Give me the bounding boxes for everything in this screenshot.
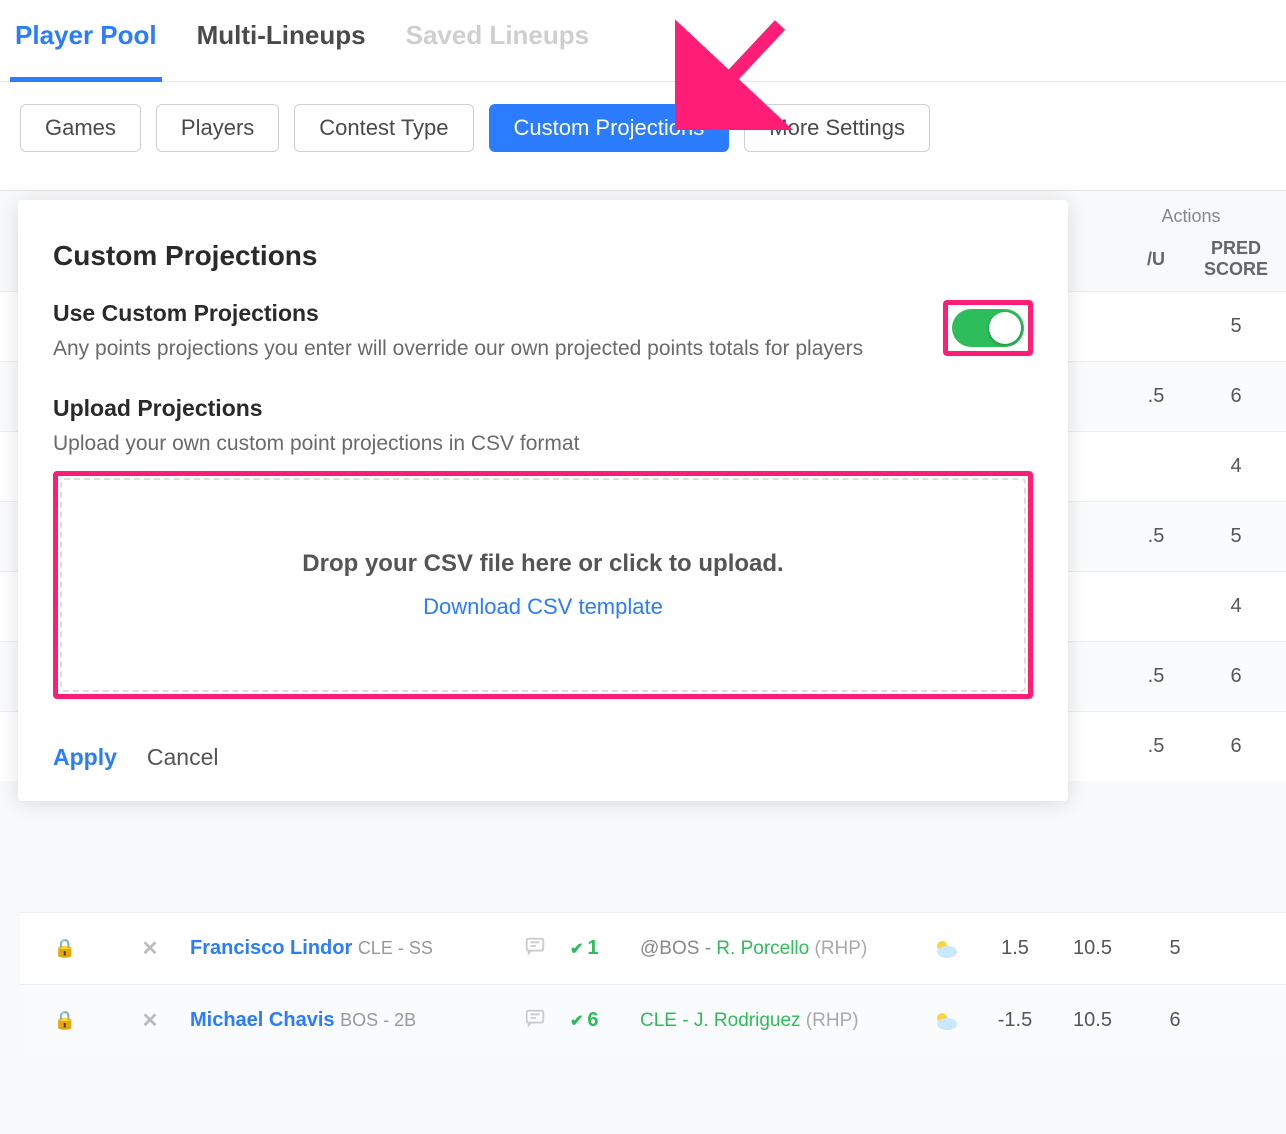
player-cell[interactable]: Francisco Lindor CLE - SS (190, 937, 500, 960)
players-button[interactable]: Players (156, 104, 279, 152)
use-custom-row: Use Custom Projections Any points projec… (53, 300, 1033, 365)
weather-icon (915, 1009, 975, 1032)
use-custom-toggle[interactable] (952, 309, 1024, 347)
player-name: Francisco Lindor (190, 937, 352, 959)
main-tabs: Player Pool Multi-Lineups Saved Lineups (0, 0, 1286, 82)
player-cell[interactable]: Michael Chavis BOS - 2B (190, 1009, 500, 1032)
confirm-cell: 6 (570, 1009, 640, 1032)
custom-projections-button[interactable]: Custom Projections (489, 104, 730, 152)
csv-dropzone[interactable]: Drop your CSV file here or click to uplo… (60, 478, 1026, 692)
lock-icon[interactable]: 🔒 (20, 1010, 110, 1031)
upload-desc: Upload your own custom point projections… (53, 428, 1033, 460)
dropzone-highlight: Drop your CSV file here or click to uplo… (53, 471, 1033, 699)
matchup-cell[interactable]: @BOS - R. Porcello (RHP) (640, 938, 915, 960)
tab-saved-lineups[interactable]: Saved Lineups (406, 20, 590, 81)
toggle-highlight (943, 300, 1033, 356)
games-button[interactable]: Games (20, 104, 141, 152)
pred-cell: 6 (1130, 1009, 1220, 1032)
player-rows: 🔒 ✕ Francisco Lindor CLE - SS 1 @BOS - R… (20, 912, 1286, 1056)
upload-title: Upload Projections (53, 395, 1033, 422)
contest-type-button[interactable]: Contest Type (294, 104, 473, 152)
more-settings-button[interactable]: More Settings (744, 104, 930, 152)
col-ou: /U (1126, 249, 1186, 271)
panel-actions: Apply Cancel (53, 744, 1033, 771)
ou-cell: 10.5 (1055, 1009, 1130, 1032)
check-icon (570, 937, 587, 959)
remove-icon[interactable]: ✕ (110, 1008, 190, 1033)
col-actions: Actions (1126, 206, 1256, 227)
matchup-cell[interactable]: CLE - J. Rodriguez (RHP) (640, 1010, 915, 1032)
tab-multi-lineups[interactable]: Multi-Lineups (197, 20, 366, 81)
dropzone-text: Drop your CSV file here or click to uplo… (82, 550, 1004, 578)
player-team: CLE - SS (358, 938, 433, 958)
spread-cell: 1.5 (975, 937, 1055, 960)
custom-projections-panel: Custom Projections Use Custom Projection… (18, 200, 1068, 801)
use-custom-desc: Any points projections you enter will ov… (53, 333, 863, 365)
table-row: 🔒 ✕ Michael Chavis BOS - 2B 6 CLE - J. R… (20, 984, 1286, 1056)
weather-icon (915, 937, 975, 960)
filter-bar: Games Players Contest Type Custom Projec… (0, 82, 1286, 174)
spread-cell: -1.5 (975, 1009, 1055, 1032)
chat-icon[interactable] (500, 1007, 570, 1035)
apply-button[interactable]: Apply (53, 744, 117, 771)
ou-cell: 10.5 (1055, 937, 1130, 960)
confirm-cell: 1 (570, 937, 640, 960)
check-icon (570, 1009, 587, 1031)
chat-icon[interactable] (500, 935, 570, 963)
use-custom-title: Use Custom Projections (53, 300, 863, 327)
panel-title: Custom Projections (53, 240, 1033, 272)
player-team: BOS - 2B (340, 1010, 416, 1030)
pred-cell: 5 (1130, 937, 1220, 960)
table-row: 🔒 ✕ Francisco Lindor CLE - SS 1 @BOS - R… (20, 912, 1286, 984)
lock-icon[interactable]: 🔒 (20, 938, 110, 959)
col-pred-score: PRED SCORE (1186, 238, 1286, 281)
tab-player-pool[interactable]: Player Pool (15, 20, 157, 81)
cancel-button[interactable]: Cancel (147, 744, 219, 771)
upload-section: Upload Projections Upload your own custo… (53, 395, 1033, 460)
download-template-link[interactable]: Download CSV template (82, 594, 1004, 620)
remove-icon[interactable]: ✕ (110, 936, 190, 961)
player-name: Michael Chavis (190, 1009, 335, 1031)
